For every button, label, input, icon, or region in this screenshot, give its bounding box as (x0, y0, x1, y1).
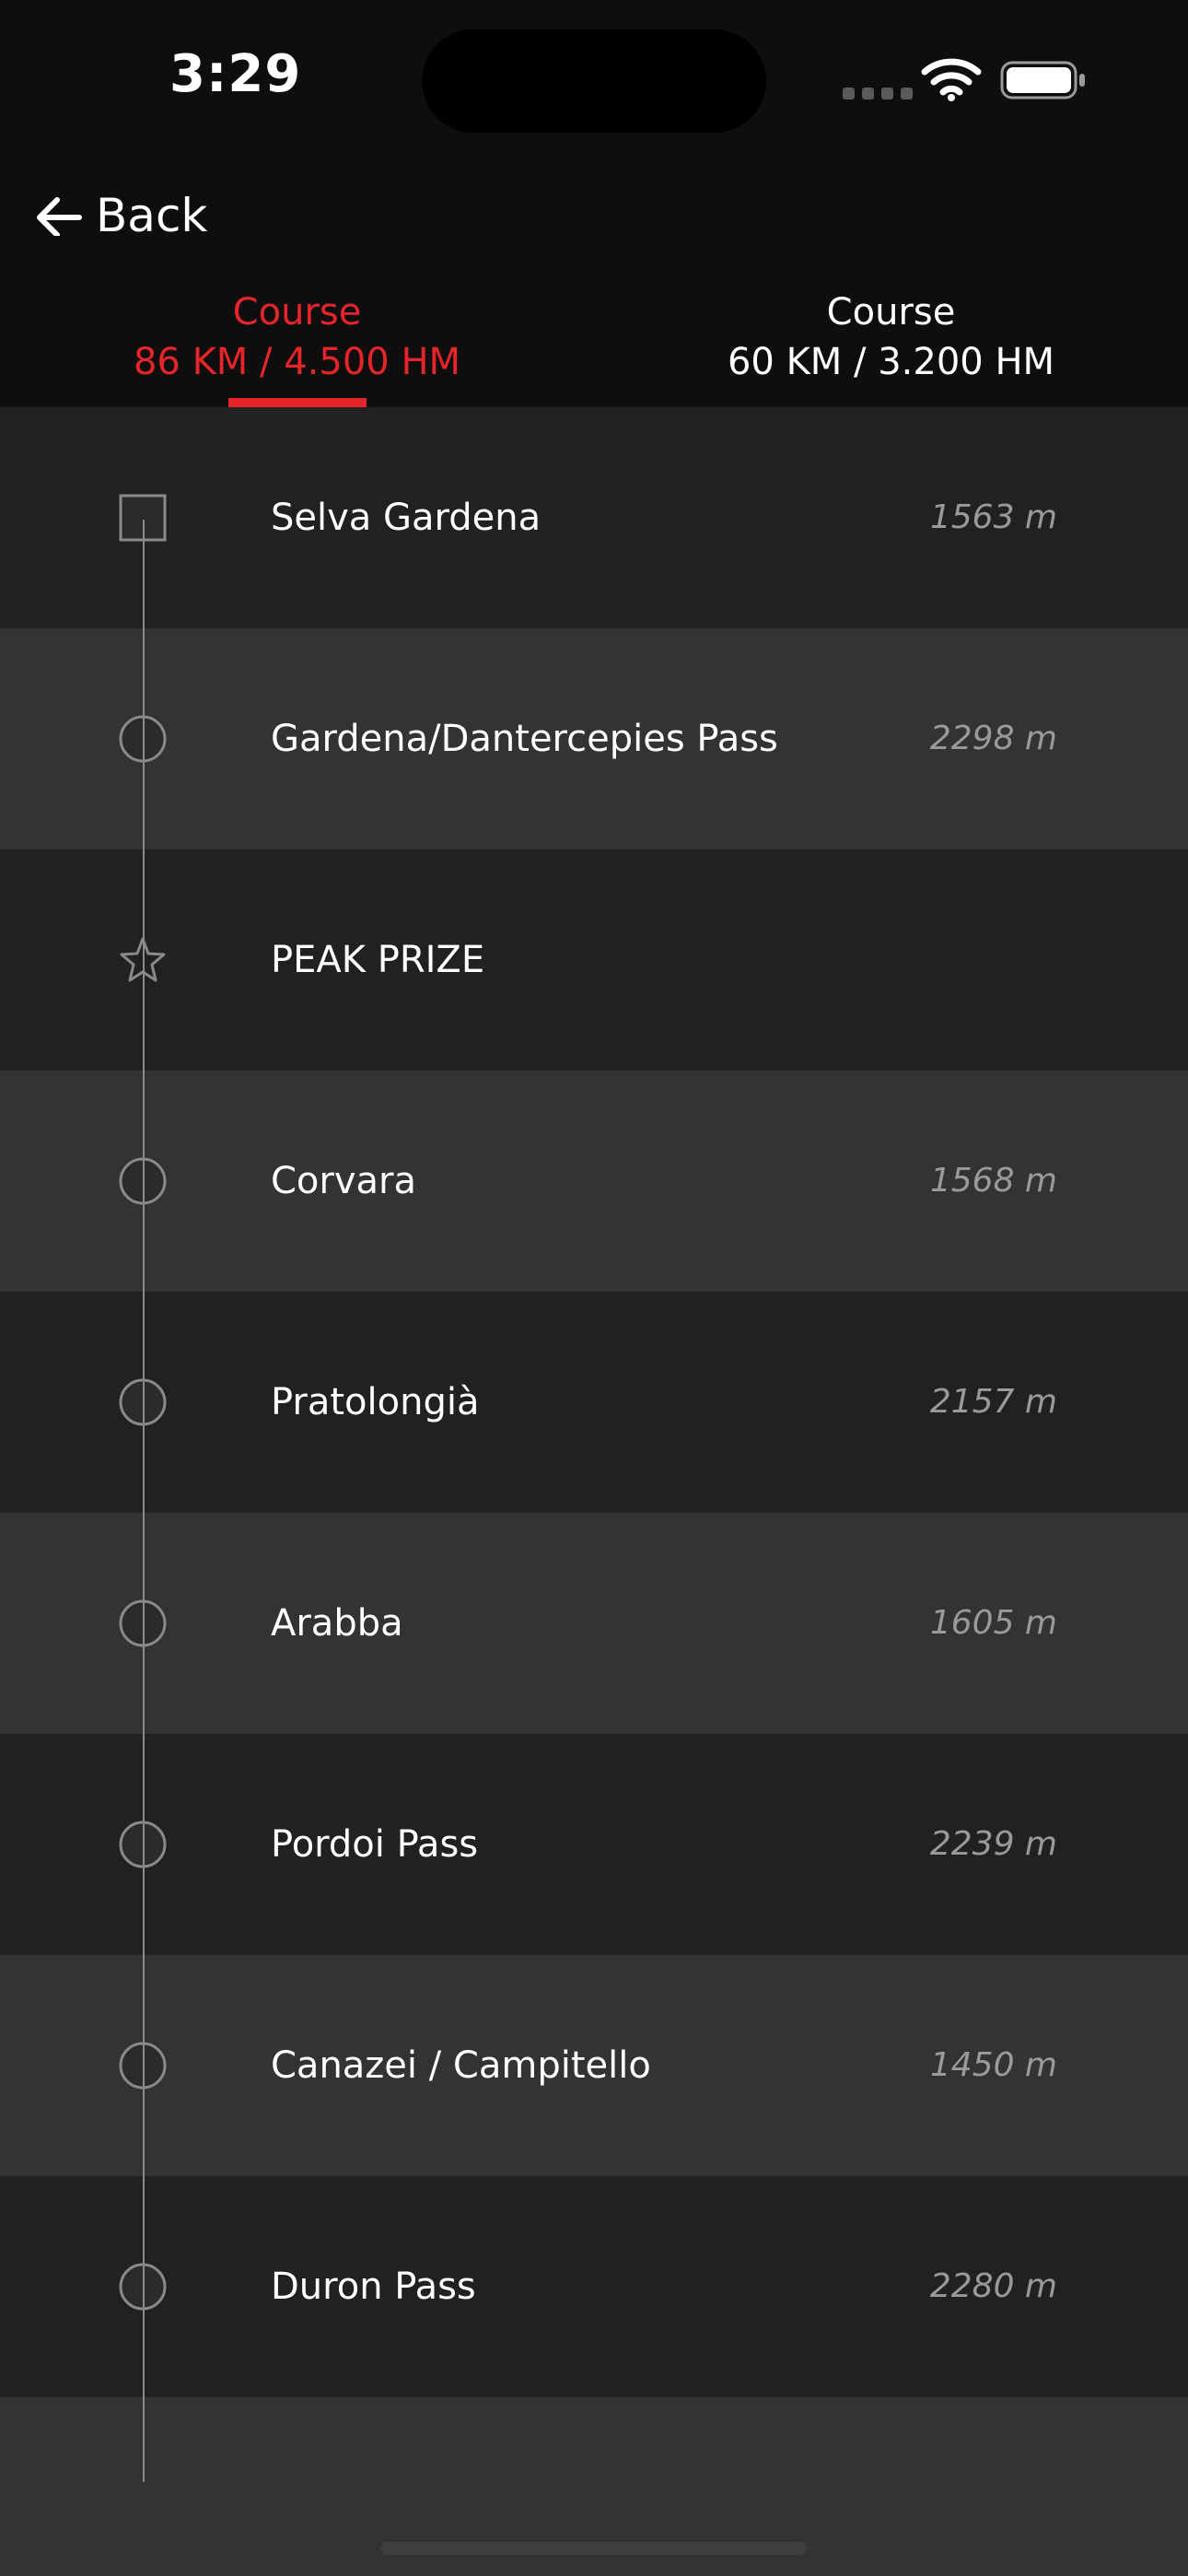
dynamic-island (422, 29, 766, 133)
stop-elevation: 1450 m (929, 2046, 1057, 2084)
stop-row[interactable]: Pratolongià 2157 m (0, 1292, 1188, 1513)
route-timeline-line (143, 520, 145, 2482)
stop-elevation: 1605 m (929, 1604, 1057, 1642)
stop-name: Canazei / Campitello (271, 2044, 651, 2087)
stop-name: Pratolongià (271, 1381, 480, 1423)
stop-elevation: 1563 m (929, 498, 1057, 536)
course-stop-list: Selva Gardena 1563 m Gardena/Dantercepie… (0, 407, 1188, 2397)
status-time: 3:29 (169, 44, 302, 104)
stop-name: Selva Gardena (271, 497, 542, 539)
stop-elevation: 2239 m (929, 1825, 1057, 1863)
stop-row[interactable]: Corvara 1568 m (0, 1071, 1188, 1292)
tab-title: Course (826, 291, 956, 334)
wifi-icon (921, 58, 982, 101)
stop-row[interactable]: Canazei / Campitello 1450 m (0, 1955, 1188, 2176)
stop-name: PEAK PRIZE (271, 939, 485, 981)
back-label: Back (96, 189, 208, 242)
cellular-signal-icon (843, 86, 920, 103)
stop-row[interactable]: Arabba 1605 m (0, 1513, 1188, 1734)
tab-subtitle: 86 KM / 4.500 HM (133, 341, 461, 383)
tab-course-86km[interactable]: Course 86 KM / 4.500 HM (0, 287, 594, 387)
status-bar: 3:29 (0, 0, 1188, 157)
active-tab-indicator (228, 398, 367, 407)
stop-name: Duron Pass (271, 2266, 476, 2308)
stop-name: Gardena/Dantercepies Pass (271, 718, 778, 760)
stop-row[interactable]: Pordoi Pass 2239 m (0, 1734, 1188, 1955)
tab-course-60km[interactable]: Course 60 KM / 3.200 HM (594, 287, 1188, 387)
back-button[interactable]: Back (35, 181, 207, 251)
arrow-left-icon (37, 197, 82, 236)
stop-row[interactable]: Selva Gardena 1563 m (0, 407, 1188, 628)
stop-name: Pordoi Pass (271, 1823, 479, 1866)
tab-subtitle: 60 KM / 3.200 HM (727, 341, 1055, 383)
stop-row[interactable]: PEAK PRIZE (0, 849, 1188, 1071)
stop-name: Arabba (271, 1602, 403, 1645)
tab-title: Course (232, 291, 362, 334)
stop-elevation: 2157 m (929, 1383, 1057, 1421)
home-indicator[interactable] (381, 2542, 807, 2555)
stop-row[interactable]: Gardena/Dantercepies Pass 2298 m (0, 628, 1188, 849)
stop-name: Corvara (271, 1160, 416, 1202)
stop-row[interactable]: Duron Pass 2280 m (0, 2176, 1188, 2397)
stop-elevation: 2280 m (929, 2267, 1057, 2305)
stop-elevation: 2298 m (929, 720, 1057, 757)
battery-icon (1000, 61, 1085, 100)
stop-elevation: 1568 m (929, 1162, 1057, 1200)
